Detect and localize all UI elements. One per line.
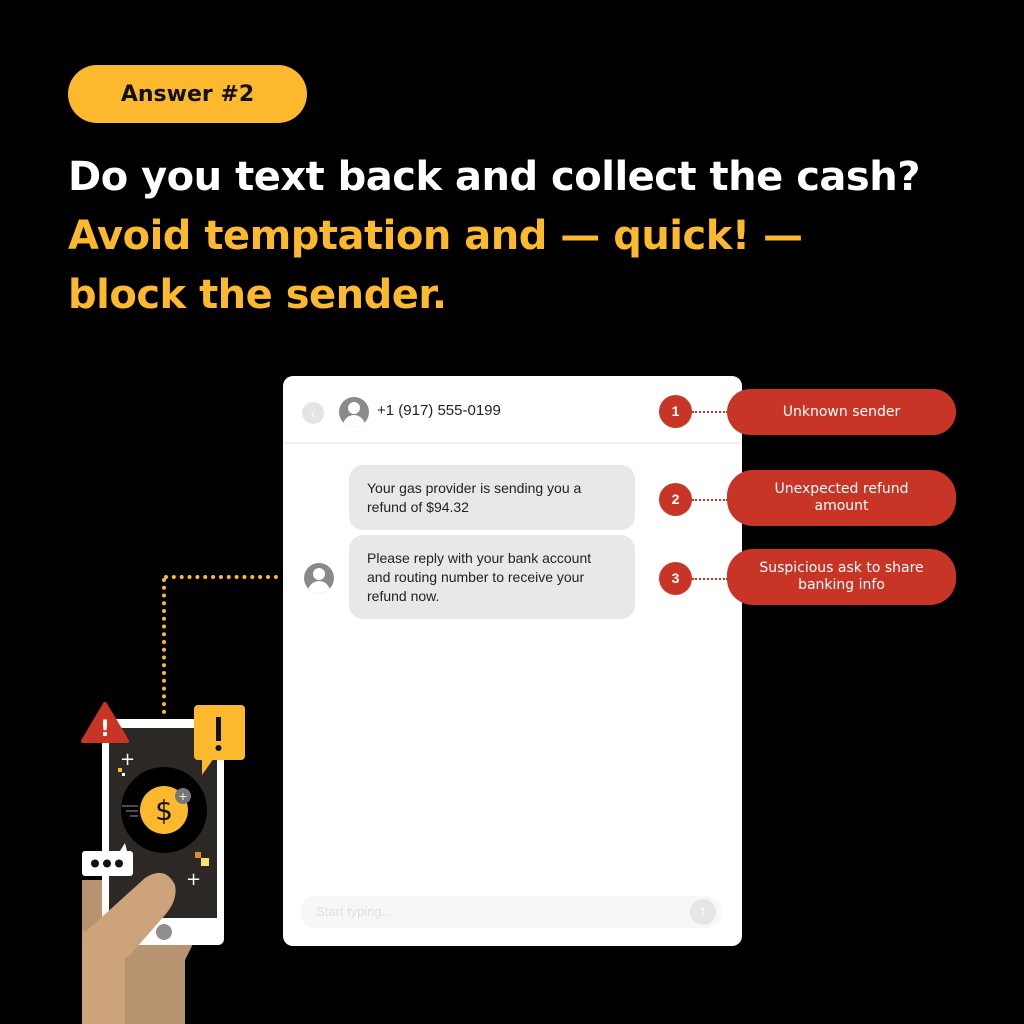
sparkle-icon: +	[186, 869, 201, 890]
callout-suspicious-ask: Suspicious ask to share banking info	[727, 549, 956, 605]
callout-marker-1: 1	[659, 395, 692, 428]
callout-label: Unexpected refund amount	[774, 481, 909, 514]
chevron-left-icon: ‹	[310, 405, 316, 421]
send-button[interactable]: ↑	[690, 899, 716, 925]
back-button[interactable]: ‹	[302, 402, 324, 424]
message-bubble: Please reply with your bank account and …	[349, 535, 635, 619]
headline-answer-line2: block the sender.	[68, 272, 447, 318]
message-input[interactable]	[314, 903, 678, 920]
arrow-up-icon: ↑	[699, 903, 707, 920]
message-text: Please reply with your bank account and …	[367, 550, 592, 604]
svg-text:!: !	[100, 717, 110, 742]
callout-connector	[692, 411, 728, 413]
message-avatar-icon	[304, 563, 334, 593]
chat-window: ‹ +1 (917) 555-0199 Your gas provider is…	[283, 376, 742, 946]
headline-question: Do you text back and collect the cash?	[68, 154, 920, 200]
message-input-bar: ↑	[300, 896, 722, 928]
callout-marker-2: 2	[659, 483, 692, 516]
callout-connector	[692, 499, 728, 501]
headline-answer-line1: Avoid temptation and — quick! —	[68, 213, 803, 259]
sender-phone-number: +1 (917) 555-0199	[377, 402, 501, 419]
sender-avatar-icon	[339, 397, 369, 427]
callout-number: 2	[671, 491, 680, 507]
callout-unexpected-refund: Unexpected refund amount	[727, 470, 956, 526]
message-text: Your gas provider is sending you a refun…	[367, 480, 582, 515]
phone-illustration: $ + + + !	[81, 702, 245, 1024]
answer-badge-label: Answer #2	[120, 81, 255, 107]
home-button	[156, 924, 172, 940]
svg-text:+: +	[178, 790, 187, 803]
callout-label: Unknown sender	[782, 403, 901, 420]
dotted-connector-vertical	[162, 578, 166, 714]
dotted-connector-horizontal	[164, 575, 278, 579]
answer-badge: Answer #2	[68, 65, 307, 123]
sparkle-icon: +	[120, 749, 135, 770]
headline: Do you text back and collect the cash? A…	[68, 148, 968, 325]
callout-marker-3: 3	[659, 562, 692, 595]
callout-number: 3	[671, 570, 680, 586]
callout-unknown-sender: Unknown sender	[727, 389, 956, 435]
callout-number: 1	[671, 403, 680, 419]
message-bubble: Your gas provider is sending you a refun…	[349, 465, 635, 530]
dollar-icon: $	[155, 794, 173, 827]
callout-label: Suspicious ask to share banking info	[759, 560, 924, 593]
callout-connector	[692, 578, 728, 580]
